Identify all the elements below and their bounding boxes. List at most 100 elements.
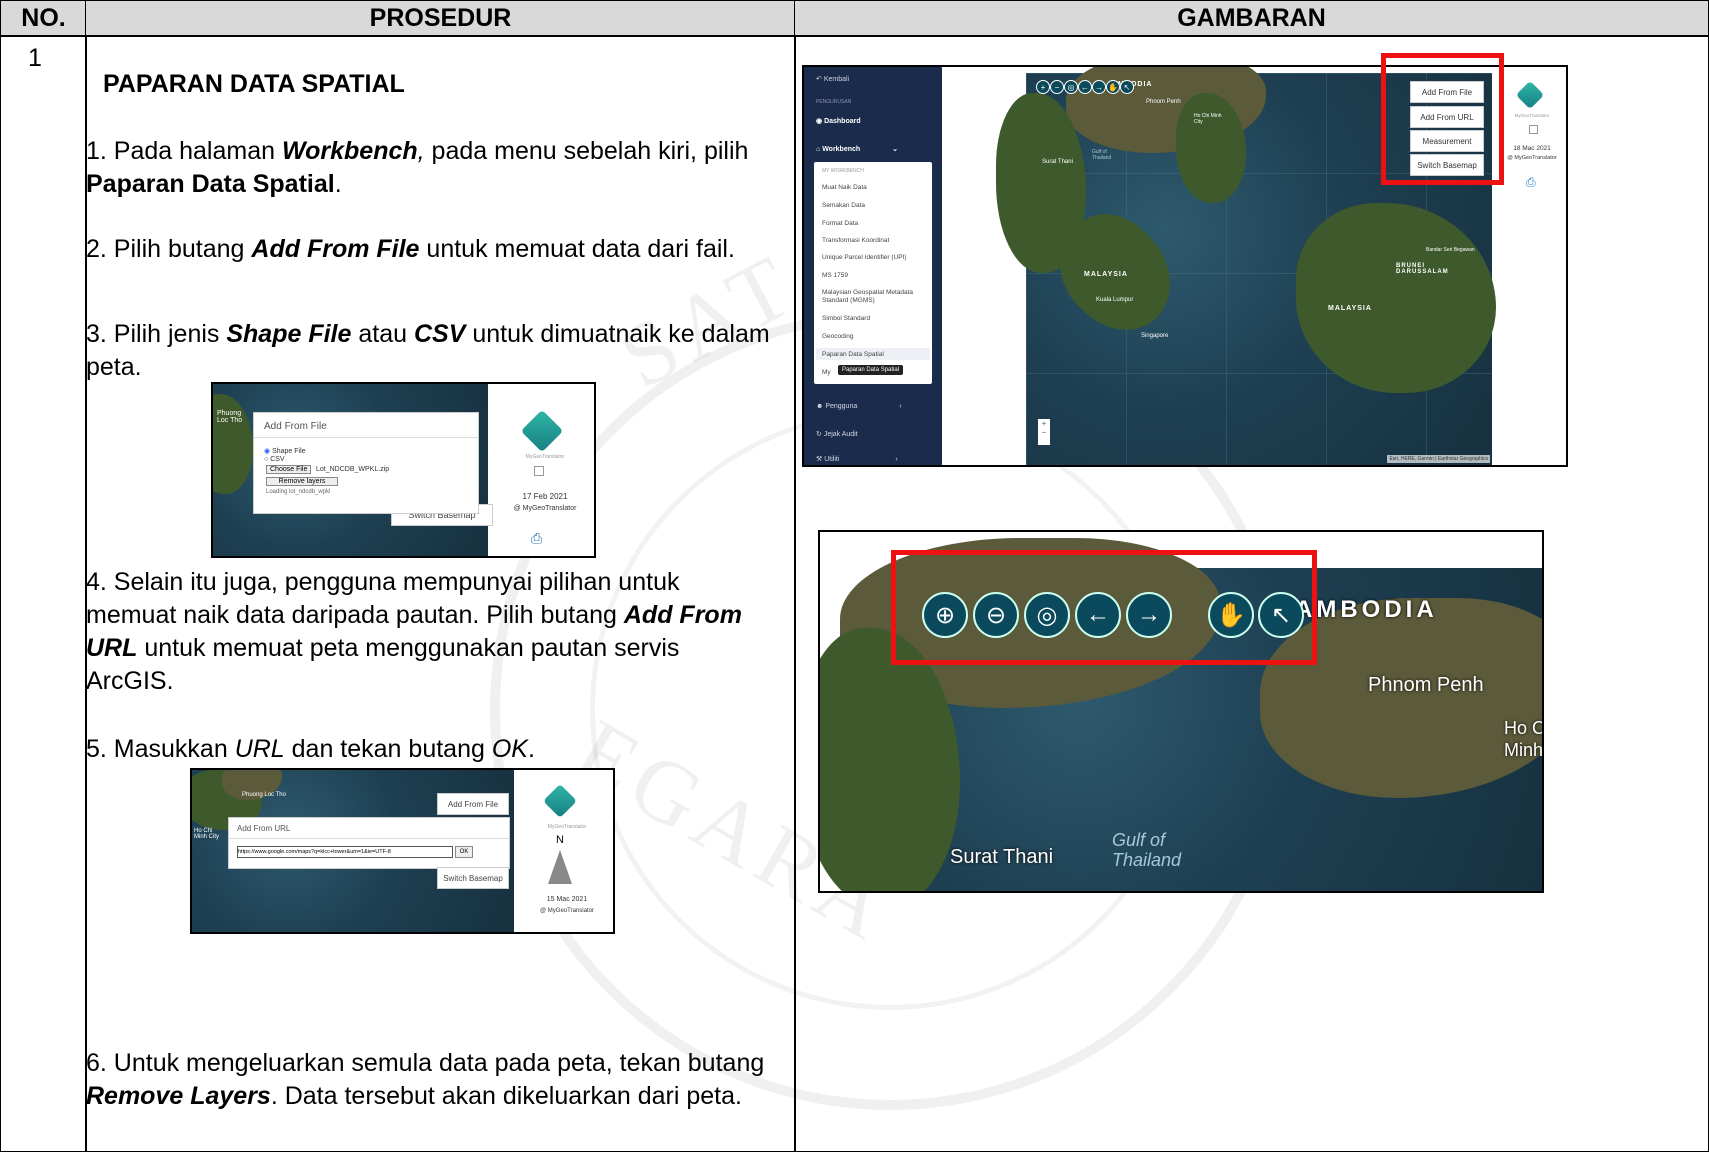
- menu-item[interactable]: MS 1759: [822, 272, 848, 279]
- workbench-menu: MY WORKBENCH Muat Naik Data Semakan Data…: [814, 162, 932, 384]
- step-emph: Add From File: [251, 235, 420, 263]
- step-emph: OK: [491, 735, 528, 763]
- checkbox[interactable]: [534, 466, 544, 476]
- map-attribution: Esri, HERE, Garmin | Earthstar Geographi…: [1387, 455, 1490, 463]
- menu-item[interactable]: Malaysian Geospatial Metadata Standard (…: [822, 289, 926, 305]
- row-number: 1: [28, 44, 42, 72]
- step-emph: CSV: [413, 320, 466, 348]
- step-5: 5. Masukkan URL dan tekan butang OK.: [86, 733, 776, 766]
- map-label: Phnom Penh: [1368, 674, 1484, 696]
- menu-item[interactable]: Semakan Data: [822, 202, 865, 209]
- step-6: 6. Untuk mengeluarkan semula data pada p…: [86, 1047, 776, 1113]
- menu-item[interactable]: Simbol Standard: [822, 315, 870, 322]
- highlight-box-toolbar: [891, 550, 1317, 665]
- map-label: Phnom Penh: [1146, 99, 1181, 105]
- menu-item[interactable]: Muat Naik Data: [822, 184, 867, 191]
- zoom-out-icon[interactable]: −: [1050, 80, 1064, 94]
- map-label: Bandar Seri Begawan: [1426, 247, 1475, 253]
- map-label: BRUNEI DARUSSALAM: [1396, 263, 1449, 275]
- map-label: Kuala Lumpur: [1096, 297, 1134, 303]
- back-arrow-icon[interactable]: ←: [1078, 80, 1092, 94]
- print-icon[interactable]: ⎙: [531, 530, 542, 547]
- map-label: Phuong Loc Tho: [217, 410, 243, 424]
- utiliti-link[interactable]: ⚒ Utiliti ›: [816, 455, 898, 463]
- step-text: untuk memuat peta menggunakan pautan ser…: [86, 634, 680, 695]
- highlight-box-buttons: [1381, 53, 1504, 185]
- print-icon[interactable]: ⎙: [1526, 175, 1536, 190]
- mygeotranslator-logo: [543, 784, 577, 818]
- radio-csv[interactable]: ○ CSV: [264, 456, 285, 463]
- north-label: N: [556, 834, 564, 846]
- credit-text: @ MyGeoTranslator: [1507, 155, 1557, 161]
- forward-arrow-icon[interactable]: →: [1092, 80, 1106, 94]
- menu-item[interactable]: Format Data: [822, 220, 858, 227]
- workbench-link[interactable]: ⌂ Workbench ⌄: [816, 145, 898, 153]
- section-title: PAPARAN DATA SPATIAL: [103, 70, 405, 98]
- cell-no: 1: [0, 35, 87, 1152]
- switch-basemap-button[interactable]: Switch Basemap: [437, 867, 509, 889]
- step-text: pada menu sebelah kiri, pilih: [424, 137, 749, 165]
- step-text: 5. Masukkan: [86, 735, 235, 763]
- header-gambaran: GAMBARAN: [794, 0, 1709, 37]
- globe-icon[interactable]: ◎: [1064, 80, 1078, 94]
- header-prosedur: PROSEDUR: [85, 0, 796, 37]
- step-text: 6. Untuk mengeluarkan semula data pada p…: [86, 1049, 765, 1077]
- menu-item-paparan-data-spatial[interactable]: Paparan Data Spatial: [822, 351, 884, 358]
- step-text: 2. Pilih butang: [86, 235, 252, 263]
- add-from-file-button[interactable]: Add From File: [437, 793, 509, 815]
- remove-layers-button[interactable]: Remove layers: [266, 477, 338, 486]
- map-label: Minh: [1504, 740, 1544, 760]
- step-text: .: [527, 735, 535, 763]
- choose-file-button[interactable]: Choose File: [266, 465, 312, 474]
- map-label: Gulf of Thailand: [1092, 149, 1112, 161]
- menu-title: MY WORKBENCH: [822, 168, 864, 174]
- menu-item[interactable]: Geocoding: [822, 333, 853, 340]
- step-emph: URL: [234, 735, 285, 763]
- map-label: Gulf of Thailand: [1112, 830, 1182, 870]
- dialog-title: Add From File: [264, 421, 327, 432]
- step-emph: Shape File: [226, 320, 352, 348]
- step-2: 2. Pilih butang Add From File untuk memu…: [86, 233, 776, 266]
- section-label: PENGURUSAN: [816, 99, 852, 105]
- step-text: 3. Pilih jenis: [86, 320, 227, 348]
- menu-item[interactable]: Transformasi Koordinat: [822, 237, 889, 244]
- screenshot-add-from-file: Phuong Loc Tho Switch Basemap Add From F…: [211, 382, 596, 558]
- radio-shape-file[interactable]: ◉ Shape File: [264, 447, 306, 455]
- date-text: 18 Mac 2021: [1513, 145, 1551, 152]
- zoom-control[interactable]: + −: [1038, 419, 1050, 445]
- map-label: MALAYSIA: [1084, 271, 1128, 278]
- step-4: 4. Selain itu juga, pengguna mempunyai p…: [86, 566, 756, 698]
- map-label: Ho Chi Minh City: [194, 828, 220, 840]
- map-label: MALAYSIA: [1328, 305, 1372, 312]
- north-arrow-icon: [548, 850, 572, 884]
- pan-hand-icon[interactable]: ✋: [1106, 80, 1120, 94]
- map-land: [213, 394, 253, 494]
- tooltip: Paparan Data Spatial: [838, 365, 904, 375]
- date-text: 15 Mac 2021: [546, 896, 588, 903]
- map-label: Surat Thani: [1042, 159, 1073, 165]
- menu-item[interactable]: Unique Parcel Identifier (UPI): [822, 254, 907, 261]
- mygeotranslator-logo: [520, 409, 564, 453]
- file-name: Lot_NDCDB_WPKL.zip: [316, 466, 390, 473]
- date-text: 17 Feb 2021: [522, 492, 568, 501]
- step-text: . Data tersebut akan dikeluarkan dari pe…: [270, 1082, 742, 1110]
- step-3: 3. Pilih jenis Shape File atau CSV untuk…: [86, 318, 776, 384]
- select-pointer-icon[interactable]: ↖: [1120, 80, 1134, 94]
- screenshot-add-from-url: Phuong Loc Tho Ho Chi Minh City Add From…: [190, 768, 615, 934]
- step-text: untuk memuat data dari fail.: [419, 235, 735, 263]
- url-input[interactable]: https://www.google.com/maps?q=klcc+tower…: [237, 846, 453, 858]
- step-text: dan tekan butang: [284, 735, 492, 763]
- mygeotranslator-logo: [1515, 80, 1545, 110]
- jejak-audit-link[interactable]: ↻ Jejak Audit: [816, 430, 858, 438]
- zoom-in-icon[interactable]: +: [1036, 80, 1050, 94]
- menu-item[interactable]: My: [822, 369, 831, 376]
- checkbox[interactable]: [1529, 125, 1538, 134]
- step-1: 1. Pada halaman Workbench, pada menu seb…: [86, 135, 776, 201]
- step-text: atau: [351, 320, 414, 348]
- brand-text: MyGeoTranslator: [547, 824, 587, 830]
- ok-button[interactable]: OK: [455, 846, 473, 858]
- back-link[interactable]: ↶ Kembali: [816, 75, 849, 83]
- dashboard-link[interactable]: ◉ Dashboard: [816, 117, 861, 125]
- credit-text: @ MyGeoTranslator: [513, 505, 577, 512]
- pengguna-link[interactable]: ☻ Pengguna ›: [816, 403, 902, 410]
